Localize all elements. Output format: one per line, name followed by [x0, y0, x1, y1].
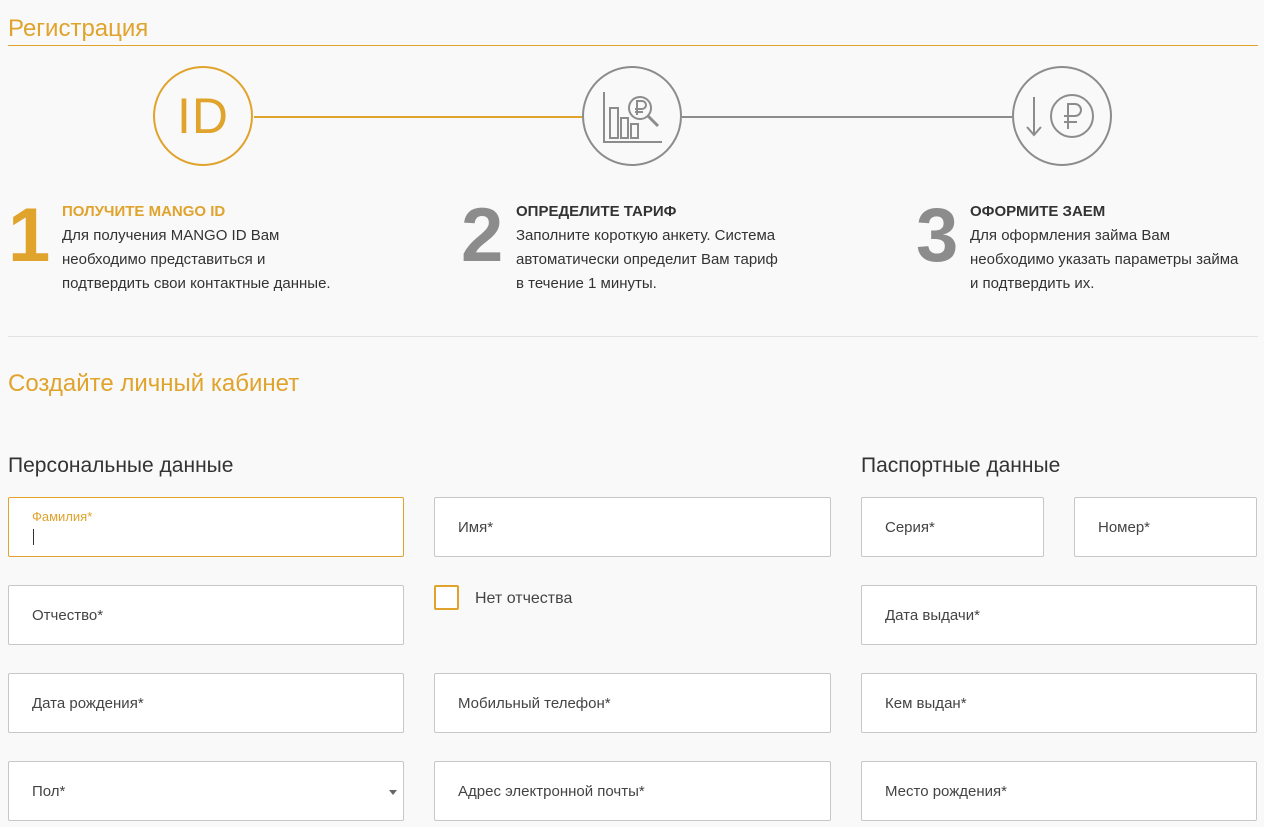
passport-number-label: Номер*	[1098, 519, 1151, 536]
step-3-description: Для оформления займа Вам необходимо указ…	[970, 227, 1239, 292]
step-2-number: 2	[461, 193, 504, 278]
step-1-title: ПОЛУЧИТЕ MANGO ID	[62, 203, 226, 220]
step-1-description: Для получения MANGO ID Вам необходимо пр…	[62, 227, 331, 292]
no-patronymic-checkbox[interactable]	[434, 585, 459, 610]
name-label: Имя*	[458, 519, 494, 536]
chevron-down-icon	[389, 790, 397, 795]
step-1-number: 1	[8, 193, 51, 278]
passport-number-input[interactable]: Номер*	[1074, 497, 1257, 557]
title-underline	[8, 45, 1258, 46]
patronymic-input[interactable]: Отчество*	[8, 585, 404, 645]
step-3-number: 3	[916, 193, 959, 278]
birth-date-input[interactable]: Дата рождения*	[8, 673, 404, 733]
section-divider	[8, 336, 1258, 337]
ruble-download-icon	[1026, 94, 1094, 138]
step-2-description: Заполните короткую анкету. Система автом…	[516, 227, 778, 292]
progress-line-1	[254, 116, 582, 118]
surname-input[interactable]: Фамилия*	[8, 497, 404, 557]
page-title: Регистрация	[8, 15, 149, 42]
step-2-circle	[582, 66, 682, 166]
step-3-circle	[1012, 66, 1112, 166]
issue-date-label: Дата выдачи*	[885, 607, 980, 624]
personal-data-title: Персональные данные	[8, 454, 234, 477]
step-2-title: ОПРЕДЕЛИТЕ ТАРИФ	[516, 203, 677, 220]
email-input[interactable]: Адрес электронной почты*	[434, 761, 831, 821]
phone-label: Мобильный телефон*	[458, 695, 611, 712]
chart-ruble-search-icon	[603, 92, 662, 143]
birth-place-label: Место рождения*	[885, 783, 1007, 800]
surname-label: Фамилия*	[32, 509, 93, 524]
section-title: Создайте личный кабинет	[8, 370, 300, 397]
phone-input[interactable]: Мобильный телефон*	[434, 673, 831, 733]
birth-date-label: Дата рождения*	[32, 695, 144, 712]
gender-label: Пол*	[32, 783, 66, 800]
passport-series-label: Серия*	[885, 519, 935, 536]
name-input[interactable]: Имя*	[434, 497, 831, 557]
text-caret	[33, 529, 34, 545]
email-label: Адрес электронной почты*	[458, 783, 645, 800]
step-3-title: ОФОРМИТЕ ЗАЕМ	[970, 203, 1106, 220]
id-icon: ID	[177, 88, 229, 144]
no-patronymic-label[interactable]: Нет отчества	[475, 590, 572, 608]
birth-place-input[interactable]: Место рождения*	[861, 761, 1257, 821]
gender-select[interactable]: Пол*	[8, 761, 404, 821]
issued-by-label: Кем выдан*	[885, 695, 967, 712]
passport-data-title: Паспортные данные	[861, 454, 1061, 477]
progress-line-2	[682, 116, 1012, 118]
issue-date-input[interactable]: Дата выдачи*	[861, 585, 1257, 645]
step-1-circle: ID	[153, 66, 253, 166]
patronymic-label: Отчество*	[32, 607, 104, 624]
passport-series-input[interactable]: Серия*	[861, 497, 1044, 557]
issued-by-input[interactable]: Кем выдан*	[861, 673, 1257, 733]
